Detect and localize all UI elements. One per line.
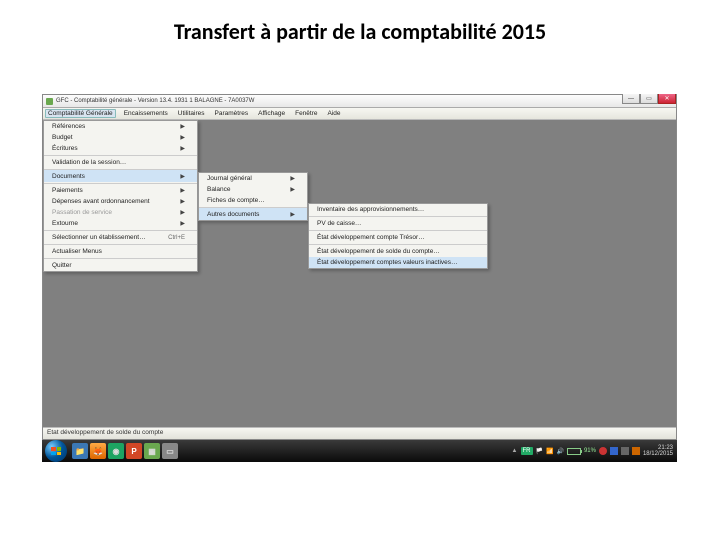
chevron-right-icon: ▶ [180,134,185,141]
window-titlebar: GFC - Comptabilité générale - Version 13… [43,95,676,108]
menu-item-passation: Passation de service▶ [44,207,197,218]
language-indicator[interactable]: FR [521,447,533,455]
app-icon [46,98,53,105]
menu-item-references[interactable]: Références▶ [44,121,197,132]
menu-aide[interactable]: Aide [326,110,343,117]
submenu-balance[interactable]: Balance▶ [199,184,307,195]
chrome-icon[interactable]: ◉ [108,443,124,459]
firefox-icon[interactable]: 🦊 [90,443,106,459]
menu-parametres[interactable]: Paramètres [213,110,251,117]
subsub-tresor[interactable]: État développement compte Trésor… [309,230,487,243]
menu-item-budget[interactable]: Budget▶ [44,132,197,143]
menu-item-documents[interactable]: Documents▶ [44,169,197,182]
chevron-right-icon: ▶ [290,186,295,193]
powerpoint-icon[interactable]: P [126,443,142,459]
chevron-right-icon: ▶ [290,175,295,182]
menu-item-quitter[interactable]: Quitter [44,258,197,271]
clock[interactable]: 21:23 18/12/2015 [643,445,673,457]
chevron-right-icon: ▶ [180,123,185,130]
gfc-app-icon[interactable]: ▦ [144,443,160,459]
statusbar: Etat développement de solde du compte [43,427,676,439]
flag-icon[interactable]: 🏳️ [536,448,543,455]
system-tray: ▲ FR 🏳️ 📶 🔊 91% 21:23 18/12/2015 [512,445,677,457]
minimize-button[interactable]: — [622,94,640,104]
chevron-right-icon: ▶ [180,145,185,152]
chevron-right-icon: ▶ [180,173,185,180]
dropdown-main: Références▶ Budget▶ Écritures▶ Validatio… [43,120,198,272]
menu-encaissements[interactable]: Encaissements [122,110,170,117]
network-icon[interactable]: 📶 [546,448,553,455]
content-area: Références▶ Budget▶ Écritures▶ Validatio… [43,120,676,427]
taskbar: 📁 🦊 ◉ P ▦ ▭ ▲ FR 🏳️ 📶 🔊 91% 21:23 18/12/… [42,440,677,462]
submenu-journal[interactable]: Journal général▶ [199,173,307,184]
menu-item-selectionner[interactable]: Sélectionner un établissement…Ctrl+E [44,230,197,243]
close-button[interactable]: ✕ [658,94,676,104]
start-button[interactable] [45,440,67,462]
tray-misc-2[interactable] [610,447,618,455]
subsub-valeurs[interactable]: État développement comptes valeurs inact… [309,257,487,268]
menu-comptabilite[interactable]: Comptabilité Générale [45,109,116,118]
dropdown-autres: Inventaire des approvisionnements… PV de… [308,203,488,269]
dropdown-documents: Journal général▶ Balance▶ Fiches de comp… [198,172,308,221]
battery-icon[interactable] [567,448,581,455]
submenu-autres[interactable]: Autres documents▶ [199,207,307,220]
explorer-icon[interactable]: 📁 [72,443,88,459]
window-title: GFC - Comptabilité générale - Version 13… [56,98,254,104]
menu-item-actualiser[interactable]: Actualiser Menus [44,244,197,257]
tray-misc-1[interactable] [599,447,607,455]
chevron-right-icon: ▶ [180,209,185,216]
subsub-solde[interactable]: État développement de solde du compte… [309,244,487,257]
notepad-icon[interactable]: ▭ [162,443,178,459]
menu-item-validation[interactable]: Validation de la session… [44,155,197,168]
battery-pct: 91% [584,448,596,454]
app-window: GFC - Comptabilité générale - Version 13… [42,94,677,440]
menu-item-depenses[interactable]: Dépenses avant ordonnancement▶ [44,196,197,207]
subsub-pv[interactable]: PV de caisse… [309,216,487,229]
volume-icon[interactable]: 🔊 [556,448,563,455]
windows-logo-icon [51,447,61,455]
chevron-right-icon: ▶ [180,187,185,194]
menu-affichage[interactable]: Affichage [256,110,287,117]
tray-misc-4[interactable] [632,447,640,455]
slide-title: Transfert à partir de la comptabilité 20… [0,0,720,55]
menu-item-extourne[interactable]: Extourne▶ [44,218,197,229]
menu-utilitaires[interactable]: Utilitaires [176,110,207,117]
subsub-inventaire[interactable]: Inventaire des approvisionnements… [309,204,487,215]
chevron-right-icon: ▶ [290,211,295,218]
chevron-right-icon: ▶ [180,220,185,227]
menu-item-paiements[interactable]: Paiements▶ [44,183,197,196]
chevron-right-icon: ▶ [180,198,185,205]
tray-misc-3[interactable] [621,447,629,455]
show-hidden-icon[interactable]: ▲ [512,448,518,454]
menu-item-ecritures[interactable]: Écritures▶ [44,143,197,154]
menu-fenetre[interactable]: Fenêtre [293,110,319,117]
maximize-button[interactable]: ▭ [640,94,658,104]
submenu-fiches[interactable]: Fiches de compte… [199,195,307,206]
menubar: Comptabilité Générale Encaissements Util… [43,108,676,120]
pinned-apps: 📁 🦊 ◉ P ▦ ▭ [72,443,178,459]
